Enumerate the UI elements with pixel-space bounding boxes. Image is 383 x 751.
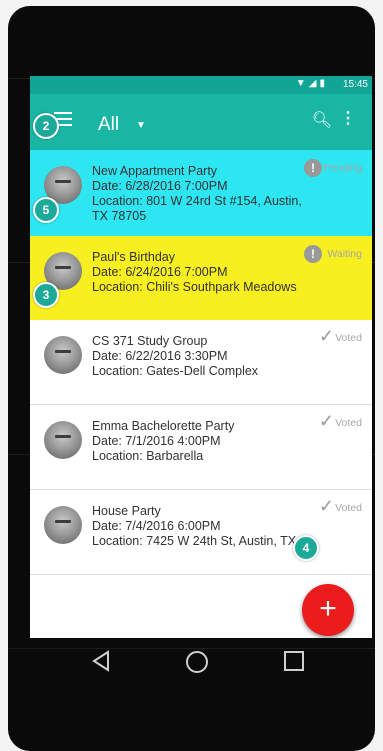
filter-dropdown[interactable]: All <box>98 114 119 136</box>
list-item[interactable]: Paul's Birthday Date: 6/24/2016 7:00PM L… <box>30 236 372 320</box>
event-location: Location: Barbarella <box>92 449 204 463</box>
event-date: Date: 7/1/2016 4:00PM <box>92 434 221 448</box>
avatar <box>44 421 82 459</box>
alert-icon: ! <box>304 245 322 263</box>
status-bar: ▼◢▮ 15:45 <box>30 76 372 94</box>
event-date: Date: 6/28/2016 7:00PM <box>92 179 228 193</box>
event-list: New Appartment Party Date: 6/28/2016 7:0… <box>30 150 372 575</box>
avatar <box>44 506 82 544</box>
list-item[interactable]: New Appartment Party Date: 6/28/2016 7:0… <box>30 150 372 236</box>
search-icon[interactable]: 🔍︎ <box>312 110 332 130</box>
event-status: Voted <box>335 417 362 429</box>
add-event-button[interactable]: + <box>302 584 354 636</box>
list-item[interactable]: House Party Date: 7/4/2016 6:00PM Locati… <box>30 490 372 575</box>
checkmark-icon: ✓ <box>318 326 334 346</box>
event-status: Pending <box>323 162 362 174</box>
status-time: 15:45 <box>342 79 368 90</box>
event-title: CS 371 Study Group <box>92 334 208 348</box>
step-badge: 3 <box>33 282 59 308</box>
recents-icon[interactable] <box>283 650 305 672</box>
avatar <box>44 336 82 374</box>
event-title: Paul's Birthday <box>92 250 175 264</box>
dropdown-caret-icon[interactable]: ▼ <box>136 120 146 131</box>
home-icon[interactable] <box>185 650 209 674</box>
list-item[interactable]: Emma Bachelorette Party Date: 7/1/2016 4… <box>30 405 372 490</box>
event-status: Voted <box>335 332 362 344</box>
back-icon[interactable] <box>90 650 112 672</box>
event-title: Emma Bachelorette Party <box>92 419 235 433</box>
event-date: Date: 6/22/2016 3:30PM <box>92 349 228 363</box>
alert-icon: ! <box>304 159 322 177</box>
toolbar: All ▼ 🔍︎ ⋮ <box>30 94 372 150</box>
event-title: New Appartment Party <box>92 164 218 178</box>
signal-icons: ▼◢▮ <box>295 78 328 89</box>
event-location: Location: 7425 W 24th St, Austin, TX <box>92 534 297 548</box>
event-date: Date: 7/4/2016 6:00PM <box>92 519 221 533</box>
event-date: Date: 6/24/2016 7:00PM <box>92 265 228 279</box>
more-options-icon[interactable]: ⋮ <box>340 108 356 128</box>
event-location: Location: 801 W 24rd St #154, Austin, TX… <box>92 194 302 223</box>
event-status: Waiting <box>327 248 362 260</box>
app-screen: ▼◢▮ 15:45 All ▼ 🔍︎ ⋮ New Appartment Part… <box>30 76 372 638</box>
checkmark-icon: ✓ <box>318 496 334 516</box>
event-location: Location: Chili's Southpark Meadows <box>92 280 297 294</box>
event-location: Location: Gates-Dell Complex <box>92 364 259 378</box>
step-badge: 2 <box>33 113 59 139</box>
checkmark-icon: ✓ <box>318 411 334 431</box>
event-status: Voted <box>335 502 362 514</box>
event-title: House Party <box>92 504 161 518</box>
list-item[interactable]: CS 371 Study Group Date: 6/22/2016 3:30P… <box>30 320 372 405</box>
android-nav-bar <box>30 638 372 682</box>
step-badge: 4 <box>293 535 319 561</box>
step-badge: 5 <box>33 197 59 223</box>
